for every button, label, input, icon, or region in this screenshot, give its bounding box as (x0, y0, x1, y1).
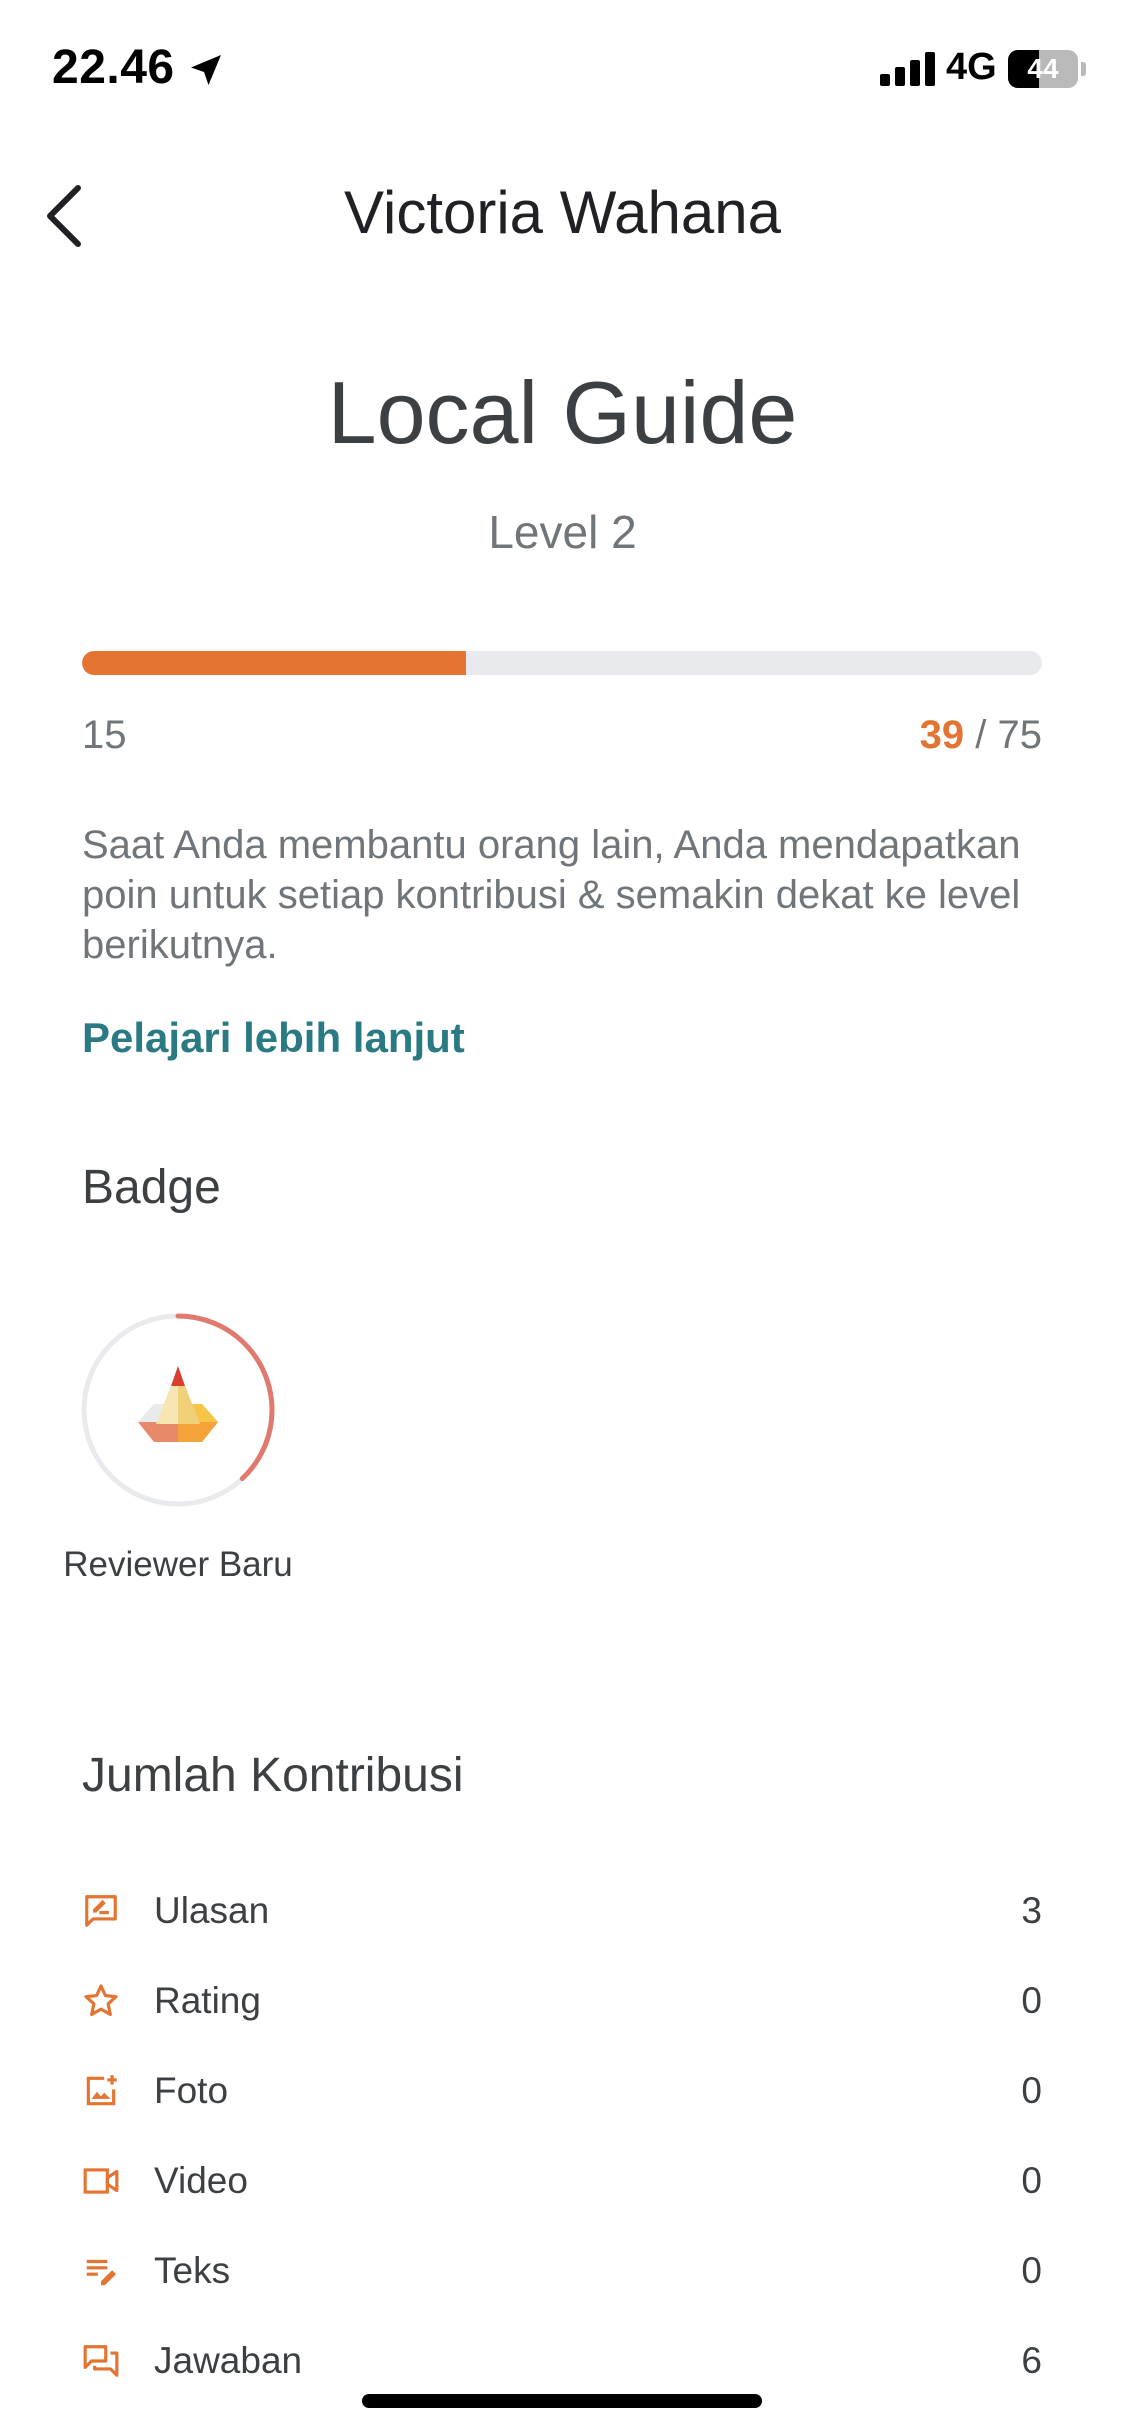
contribution-row-foto[interactable]: Foto 0 (82, 2046, 1042, 2136)
contribution-row-rating[interactable]: Rating 0 (82, 1956, 1042, 2046)
badge-label: Reviewer Baru (63, 1545, 293, 1584)
video-icon (83, 2168, 119, 2194)
level-progress-bar (82, 651, 1042, 675)
contribution-row-ulasan[interactable]: Ulasan 3 (82, 1866, 1042, 1956)
battery-level: 44 (1027, 53, 1059, 84)
contribution-row-teks[interactable]: Teks 0 (82, 2226, 1042, 2316)
contribution-count: 3 (1021, 1890, 1042, 1931)
home-indicator (362, 2394, 762, 2408)
contribution-count: 0 (1021, 2160, 1042, 2201)
level-description: Saat Anda membantu orang lain, Anda mend… (82, 823, 1021, 967)
contribution-row-jawaban[interactable]: Jawaban 6 (82, 2316, 1042, 2406)
star-icon (84, 1984, 118, 2017)
review-icon (85, 1895, 117, 1927)
local-guide-title: Local Guide (327, 363, 798, 462)
contribution-label: Rating (154, 1980, 261, 2021)
contribution-label: Ulasan (154, 1890, 270, 1931)
answers-icon (83, 2345, 119, 2377)
pencil-badge-icon (138, 1366, 218, 1442)
level-progress-fill (82, 651, 466, 675)
progress-max-points: / 75 (964, 713, 1042, 757)
learn-more-link[interactable]: Pelajari lebih lanjut (82, 1014, 465, 1062)
network-label: 4G (946, 46, 997, 88)
progress-min-points: 15 (82, 713, 127, 757)
contributions-section-title: Jumlah Kontribusi (82, 1749, 464, 1802)
contribution-count: 0 (1021, 2070, 1042, 2111)
contribution-count: 6 (1021, 2340, 1042, 2381)
progress-points: 39 / 75 (920, 713, 1042, 758)
progress-current-points: 39 (919, 713, 965, 757)
contribution-label: Video (154, 2160, 248, 2201)
contribution-count: 0 (1021, 1980, 1042, 2021)
contribution-label: Jawaban (154, 2340, 303, 2381)
status-bar: 22.46 4G 44 (0, 0, 1125, 140)
badge-section-title: Badge (82, 1161, 221, 1214)
status-time: 22.46 (52, 41, 175, 94)
contribution-count: 0 (1021, 2250, 1042, 2291)
contribution-label: Foto (154, 2070, 229, 2111)
location-arrow-icon (191, 55, 221, 85)
contributions-list: Ulasan 3 Rating 0 Foto 0 Video 0 Teks 0 (82, 1866, 1042, 2406)
signal-icon (880, 52, 935, 86)
contribution-row-video[interactable]: Video 0 (82, 2136, 1042, 2226)
level-label: Level 2 (488, 506, 637, 558)
badge-reviewer-baru[interactable] (80, 1312, 276, 1508)
contribution-label: Teks (154, 2250, 231, 2291)
edit-text-icon (86, 2259, 117, 2286)
add-photo-icon (86, 2075, 117, 2106)
page-title: Victoria Wahana (344, 179, 781, 246)
battery-icon: 44 (1008, 50, 1086, 88)
